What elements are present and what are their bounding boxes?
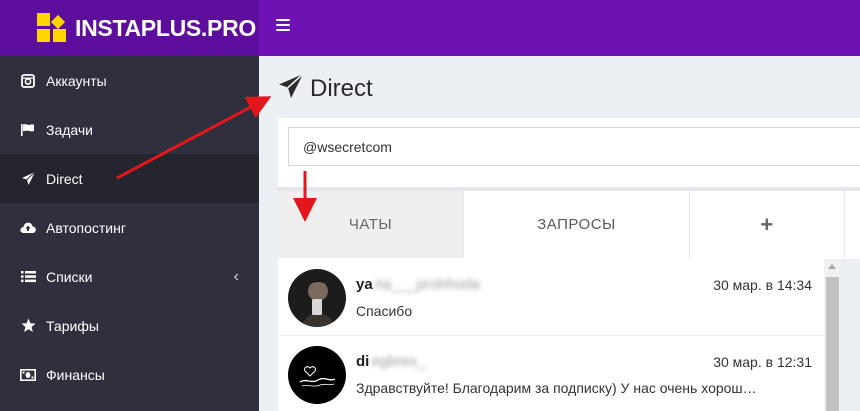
tab-spacer [845,191,860,258]
list-item[interactable]: di egbres_ 30 мар. в 12:31 Здравствуйте! … [278,336,824,411]
sidebar-item-lists[interactable]: Списки ‹ [0,252,259,301]
sidebar-item-label: Тарифы [46,317,99,334]
avatar [288,269,346,327]
chat-tabs: ЧАТЫ ЗАПРОСЫ + [278,191,860,258]
page-title-text: Direct [310,74,373,102]
tab-chats[interactable]: ЧАТЫ [278,191,464,258]
sidebar-item-label: Списки [46,268,93,285]
paper-plane-icon [278,73,304,104]
sidebar-item-label: Автопостинг [46,219,126,236]
new-chat-button[interactable]: + [690,191,845,258]
chat-last-message: Здравствуйте! Благодарим за подписку) У … [356,380,757,396]
chat-name: ya na___prohhoda [356,276,480,293]
sidebar-item-label: Финансы [46,366,105,383]
sidebar-item-accounts[interactable]: Аккаунты [0,56,259,105]
sidebar-item-tariffs[interactable]: Тарифы [0,301,259,350]
sidebar-item-label: Direct [46,170,83,187]
brand[interactable]: INSTAPLUS.PRO [0,0,259,56]
scrollbar-thumb[interactable] [826,277,839,411]
star-icon [20,318,36,334]
brand-logo-icon [37,13,67,43]
sidebar: Аккаунты Задачи Direct Автопостинг Списк… [0,56,259,411]
chat-list-scrollbar[interactable] [824,259,841,411]
list-icon [20,269,36,285]
brand-name: INSTAPLUS.PRO [75,14,256,41]
chat-name-visible: di [356,353,370,370]
sidebar-item-autoposting[interactable]: Автопостинг [0,203,259,252]
chat-name-visible: ya [356,276,373,293]
chat-name: di egbres_ [356,353,426,370]
list-item[interactable]: ya na___prohhoda 30 мар. в 14:34 Спасибо [278,259,824,336]
chat-name-blurred: na___prohhoda [374,276,480,293]
scroll-up-icon[interactable] [828,264,836,269]
chat-last-message: Спасибо [356,303,413,319]
chevron-left-icon[interactable]: ‹ [234,268,239,286]
chat-list: ya na___prohhoda 30 мар. в 14:34 Спасибо … [278,259,824,411]
chat-timestamp: 30 мар. в 14:34 [713,277,812,293]
page-title: Direct [278,73,373,104]
avatar [288,346,346,404]
sidebar-item-label: Задачи [46,121,94,138]
chat-timestamp: 30 мар. в 12:31 [713,354,812,370]
sidebar-item-direct[interactable]: Direct [0,154,259,203]
account-select-field[interactable] [288,127,860,166]
flag-icon [20,122,36,138]
sidebar-item-label: Аккаунты [46,72,107,89]
sidebar-item-tasks[interactable]: Задачи [0,105,259,154]
paper-plane-icon [20,171,36,187]
tab-requests[interactable]: ЗАПРОСЫ [464,191,690,258]
chat-name-blurred: egbres_ [371,353,426,370]
sidebar-item-finances[interactable]: Финансы [0,350,259,399]
cloud-upload-icon [20,220,36,236]
panel-edge [841,259,860,411]
hamburger-menu-icon[interactable] [276,19,290,33]
direct-panel: ЧАТЫ ЗАПРОСЫ + yana___prohhoda 30 мар. в… [278,118,860,411]
money-icon [20,367,36,383]
instagram-icon [20,73,36,89]
